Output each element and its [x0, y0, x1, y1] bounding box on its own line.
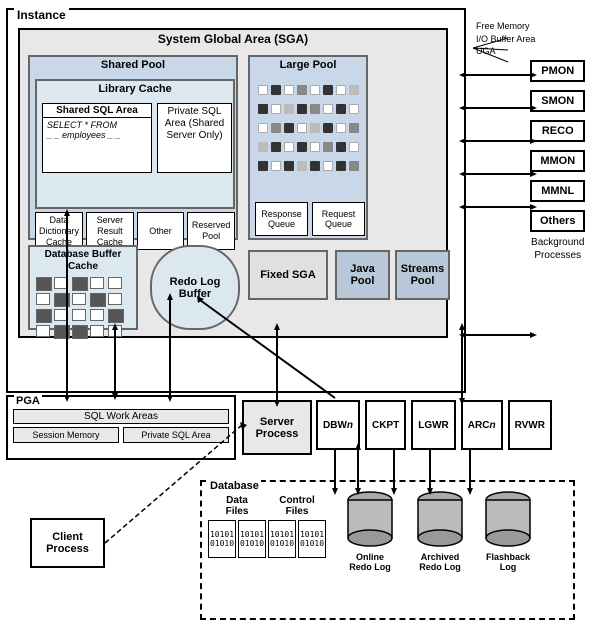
data-files-label: DataFiles: [208, 495, 266, 517]
pga-label: PGA: [14, 395, 42, 407]
large-pool-box: Large Pool Response Queue Request Queue: [248, 55, 368, 240]
data-files-icons: 1010101010 1010101010: [208, 520, 266, 558]
others-box: Others: [530, 210, 585, 232]
free-memory-label: Free Memory: [476, 20, 535, 33]
control-file-icon-1: 1010101010: [268, 520, 296, 558]
private-sql-label: Private SQL Area (Shared Server Only): [158, 104, 231, 144]
large-pool-dots: [255, 79, 365, 179]
flashback-cylinder: [483, 490, 533, 548]
instance-box: Instance System Global Area (SGA) Shared…: [6, 8, 466, 393]
dbwn-box: DBWn: [316, 400, 360, 450]
main-container: Instance System Global Area (SGA) Shared…: [0, 0, 593, 639]
private-sql-area-box: Private SQL Area (Shared Server Only): [157, 103, 232, 173]
sga-label: System Global Area (SGA): [20, 32, 446, 46]
online-redo-area: OnlineRedo Log: [345, 490, 395, 572]
java-pool-box: Java Pool: [335, 250, 390, 300]
data-file-icon-2: 1010101010: [238, 520, 266, 558]
control-files-area: ControlFiles 1010101010 1010101010: [268, 495, 326, 558]
library-cache-label: Library Cache: [37, 83, 233, 95]
control-file-icon-2: 1010101010: [298, 520, 326, 558]
reco-box: RECO: [530, 120, 585, 142]
flashback-log-label: FlashbackLog: [483, 552, 533, 572]
server-process-box: Server Process: [242, 400, 312, 455]
buffer-cache-label: Database Buffer Cache: [30, 249, 136, 273]
uga-label: UGA: [476, 45, 535, 58]
mmon-box: MMON: [530, 150, 585, 172]
session-memory-box: Session Memory: [13, 427, 119, 443]
shared-sql-content: SELECT * FROM_ _ employees _ _: [43, 118, 151, 142]
online-redo-cylinder: [345, 490, 395, 548]
io-buffer-label: I/O Buffer Area: [476, 33, 535, 46]
control-files-icons: 1010101010 1010101010: [268, 520, 326, 558]
pga-bottom: Session Memory Private SQL Area: [13, 427, 229, 443]
flashback-area: FlashbackLog: [483, 490, 533, 572]
database-label: Database: [208, 480, 261, 492]
mmnl-box: MMNL: [530, 180, 585, 202]
request-queue: Request Queue: [312, 202, 365, 236]
lgwr-box: LGWR: [411, 400, 456, 450]
archived-redo-cylinder: [415, 490, 465, 548]
fixed-sga-label: Fixed SGA: [260, 269, 316, 281]
free-memory-labels: Free Memory I/O Buffer Area UGA: [476, 20, 535, 58]
control-files-label: ControlFiles: [268, 495, 326, 517]
right-processes: PMON SMON RECO MMON MMNL Others Backgrou…: [530, 60, 585, 262]
response-queue: Response Queue: [255, 202, 308, 236]
large-pool-label: Large Pool: [250, 59, 366, 71]
client-process-box: Client Process: [30, 518, 105, 568]
ckpt-box: CKPT: [365, 400, 406, 450]
sga-box: System Global Area (SGA) Shared Pool Lib…: [18, 28, 448, 338]
rvwr-box: RVWR: [508, 400, 552, 450]
server-process-label: Server Process: [244, 416, 310, 440]
redo-log-buffer-box: Redo Log Buffer: [150, 245, 240, 330]
pmon-box: PMON: [530, 60, 585, 82]
redo-log-label: Redo Log Buffer: [152, 276, 238, 300]
archived-redo-area: ArchivedRedo Log: [415, 490, 465, 572]
private-sql-area-pga: Private SQL Area: [123, 427, 229, 443]
buffer-cache-grid: [30, 273, 136, 343]
shared-sql-area-box: Shared SQL Area SELECT * FROM_ _ employe…: [42, 103, 152, 173]
shared-sql-label: Shared SQL Area: [43, 104, 151, 118]
background-processes-label: BackgroundProcesses: [530, 236, 585, 262]
instance-label: Instance: [14, 8, 69, 22]
java-pool-label: Java Pool: [337, 263, 388, 287]
shared-pool-label: Shared Pool: [30, 59, 236, 71]
data-files-area: DataFiles 1010101010 1010101010: [208, 495, 266, 558]
archived-redo-label: ArchivedRedo Log: [415, 552, 465, 572]
bottom-processes: DBWn CKPT LGWR ARCn RVWR: [316, 400, 552, 450]
buffer-cache-box: Database Buffer Cache: [28, 245, 138, 330]
streams-pool-label: Streams Pool: [397, 263, 448, 287]
large-pool-queues: Response Queue Request Queue: [255, 202, 365, 236]
other-cache: Other: [137, 212, 185, 250]
shared-pool-box: Shared Pool Library Cache Shared SQL Are…: [28, 55, 238, 240]
smon-box: SMON: [530, 90, 585, 112]
arcn-box: ARCn: [461, 400, 503, 450]
online-redo-label: OnlineRedo Log: [345, 552, 395, 572]
pga-box: PGA SQL Work Areas Session Memory Privat…: [6, 395, 236, 460]
sql-work-areas: SQL Work Areas: [13, 409, 229, 424]
library-cache-box: Library Cache Shared SQL Area SELECT * F…: [35, 79, 235, 209]
client-process-label: Client Process: [32, 531, 103, 555]
streams-pool-box: Streams Pool: [395, 250, 450, 300]
fixed-sga-box: Fixed SGA: [248, 250, 328, 300]
data-file-icon-1: 1010101010: [208, 520, 236, 558]
